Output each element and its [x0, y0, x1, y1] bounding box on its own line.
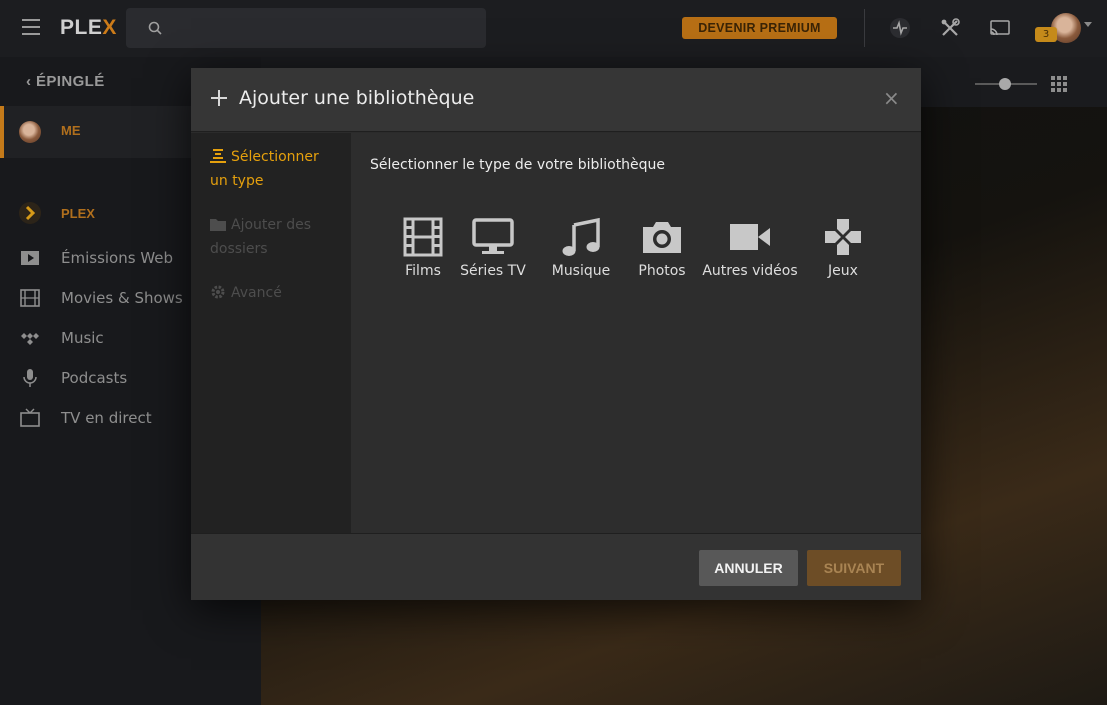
camera-icon — [643, 222, 681, 253]
film-icon — [403, 217, 443, 257]
sidebar-item-label: Émissions Web — [61, 249, 174, 267]
play-box-icon — [21, 251, 39, 265]
sidebar-item-label: PLEX — [61, 206, 95, 221]
pinned-back-link[interactable]: ‹ ÉPINGLÉ — [26, 73, 105, 90]
type-option-games[interactable]: Jeux — [803, 217, 883, 279]
step-advanced[interactable]: Avancé — [210, 281, 340, 305]
type-label: Autres vidéos — [702, 263, 798, 279]
type-label: Musique — [551, 263, 611, 279]
grid-view-icon[interactable] — [1051, 76, 1067, 92]
go-premium-button[interactable]: DEVENIR PREMIUM — [682, 17, 837, 39]
logo-text: PLE — [60, 16, 103, 39]
type-label: Jeux — [828, 263, 858, 279]
settings-tools-icon[interactable] — [939, 17, 961, 39]
folder-icon — [210, 219, 226, 231]
next-button[interactable]: SUIVANT — [807, 550, 901, 586]
logo-accent: X — [102, 16, 117, 39]
chevron-down-icon[interactable] — [1084, 22, 1092, 27]
top-bar: PLEX DEVENIR PREMIUM 3 — [0, 0, 1107, 57]
plex-chevron-icon — [19, 202, 41, 224]
sidebar-item-label: ME — [61, 123, 81, 138]
search-input[interactable] — [172, 8, 472, 48]
sidebar-item-label: TV en direct — [61, 409, 152, 427]
gamepad-icon — [825, 219, 861, 255]
search-box[interactable] — [126, 8, 486, 48]
cast-icon[interactable] — [989, 17, 1011, 39]
notification-badge: 3 — [1035, 27, 1057, 42]
dialog-header: Ajouter une bibliothèque × — [191, 68, 921, 132]
music-tidal-icon — [21, 333, 39, 345]
gear-icon — [211, 285, 225, 299]
dialog-title: Ajouter une bibliothèque — [239, 87, 475, 109]
sidebar-item-label: Podcasts — [61, 369, 128, 387]
monitor-icon — [472, 218, 514, 254]
chevron-left-icon: ‹ — [26, 73, 36, 90]
type-option-music[interactable]: Musique — [541, 217, 621, 279]
type-label: Films — [405, 263, 441, 279]
type-option-films[interactable]: Films — [383, 217, 463, 279]
music-note-icon — [562, 217, 600, 256]
avatar — [19, 121, 41, 143]
film-icon — [20, 289, 40, 307]
dialog-footer: ANNULER SUIVANT — [191, 533, 921, 600]
step-label: Sélectionner un type — [210, 149, 319, 189]
cancel-button[interactable]: ANNULER — [699, 550, 798, 586]
video-camera-icon — [730, 224, 770, 250]
step-select-type[interactable]: Sélectionner un type — [210, 145, 340, 193]
library-type-pane: Sélectionner le type de votre bibliothèq… — [351, 133, 921, 533]
step-label: Avancé — [231, 285, 282, 301]
type-option-tv-series[interactable]: Séries TV — [453, 217, 533, 279]
wizard-steps: Sélectionner un type Ajouter des dossier… — [191, 133, 351, 533]
menu-icon[interactable] — [22, 19, 40, 35]
size-slider-handle[interactable] — [999, 78, 1011, 90]
divider — [864, 9, 865, 47]
pane-title: Sélectionner le type de votre bibliothèq… — [370, 157, 666, 173]
plex-logo[interactable]: PLEX — [60, 16, 117, 40]
step-add-folders[interactable]: Ajouter des dossiers — [210, 213, 340, 261]
type-label: Séries TV — [460, 263, 526, 279]
close-button[interactable]: × — [883, 88, 900, 108]
microphone-icon — [23, 369, 37, 387]
list-icon — [210, 149, 226, 163]
add-library-dialog: Ajouter une bibliothèque × Sélectionner … — [191, 68, 921, 600]
back-label: ÉPINGLÉ — [35, 73, 105, 90]
search-icon — [148, 21, 162, 35]
activity-icon[interactable] — [889, 17, 911, 39]
plus-icon — [211, 90, 227, 106]
sidebar-item-label: Music — [61, 329, 104, 347]
type-option-photos[interactable]: Photos — [622, 217, 702, 279]
sidebar-item-label: Movies & Shows — [61, 289, 183, 307]
type-label: Photos — [638, 263, 686, 279]
type-option-other-videos[interactable]: Autres vidéos — [700, 217, 800, 279]
tv-icon — [20, 408, 40, 427]
